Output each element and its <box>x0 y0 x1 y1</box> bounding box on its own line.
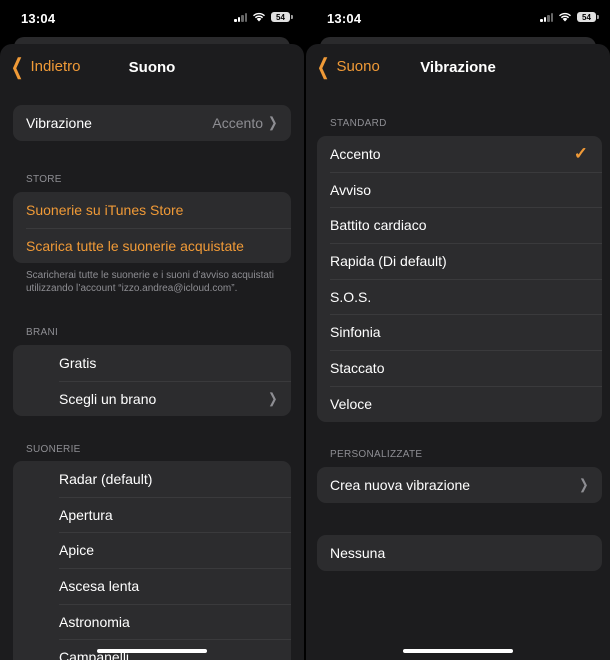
list-item[interactable]: Veloce <box>317 385 602 422</box>
ringtones-group: Radar (default) Apertura Apice Ascesa le… <box>13 461 291 660</box>
page-title: Suono <box>128 59 176 76</box>
chevron-right-icon: ❯ <box>268 390 278 407</box>
ringtone-label: Ascesa lenta <box>59 577 140 594</box>
navigation-bar: ❮ Suono Vibrazione <box>306 44 610 90</box>
list-item[interactable]: Ascesa lenta <box>13 568 291 604</box>
none-option-label: Nessuna <box>330 544 386 561</box>
wifi-icon <box>253 12 265 22</box>
list-item-free[interactable]: Gratis <box>13 345 291 381</box>
store-footnote: Scaricherai tutte le suonerie e i suoni … <box>26 270 274 294</box>
status-time: 13:04 <box>327 11 362 26</box>
sound-settings-sheet: ❮ Indietro Suono Vibrazione Accento ❯ ST… <box>0 44 304 660</box>
chevron-right-icon: ❯ <box>268 114 278 131</box>
store-item-label: Scarica tutte le suonerie acquistate <box>26 237 244 254</box>
status-time: 13:04 <box>21 11 56 26</box>
vibration-option-label: Sinfonia <box>330 324 381 341</box>
ringtones-header: SUONERIE <box>26 444 81 455</box>
status-bar: 13:04 54 <box>306 0 610 38</box>
navigation-bar: ❮ Indietro Suono <box>0 44 304 90</box>
ringtone-label: Radar (default) <box>59 470 153 487</box>
list-item[interactable]: Battito cardiaco <box>317 207 602 243</box>
list-item[interactable]: Avviso <box>317 171 602 208</box>
home-indicator[interactable] <box>97 649 207 653</box>
list-item[interactable]: Astronomia <box>13 603 291 640</box>
create-vibration-label: Crea nuova vibrazione <box>330 476 471 493</box>
list-item-choose-song[interactable]: Scegli un brano ❯ <box>13 380 291 417</box>
battery-level: 54 <box>582 12 591 22</box>
none-group: Nessuna <box>317 535 602 571</box>
left-screen: 13:04 54 ❮ Indietro Suono Vibrazione Acc… <box>0 0 304 660</box>
battery-level: 54 <box>276 12 285 22</box>
list-item[interactable]: Radar (default) <box>13 461 291 497</box>
vibration-option-label: Rapida (Di default) <box>330 252 447 269</box>
status-icons: 54 <box>540 12 599 22</box>
vibration-settings-sheet: ❮ Suono Vibrazione STANDARD Accento ✓ Avv… <box>306 44 610 660</box>
list-item[interactable]: S.O.S. <box>317 278 602 315</box>
list-item[interactable]: Apice <box>13 532 291 568</box>
songs-header: BRANI <box>26 327 59 338</box>
list-item[interactable]: Sinfonia <box>317 314 602 350</box>
vibration-label: Vibrazione <box>26 114 92 131</box>
store-header: STORE <box>26 174 62 185</box>
song-item-label: Scegli un brano <box>59 390 157 407</box>
home-indicator[interactable] <box>403 649 513 653</box>
ringtone-label: Apice <box>59 542 95 559</box>
itunes-store-ringtones-link[interactable]: Suonerie su iTunes Store <box>13 192 291 228</box>
vibration-value: Accento <box>212 114 263 131</box>
vibration-option-label: Avviso <box>330 181 371 198</box>
download-purchased-ringtones-link[interactable]: Scarica tutte le suonerie acquistate <box>13 227 291 264</box>
wifi-icon <box>559 12 571 22</box>
song-item-label: Gratis <box>59 354 97 371</box>
songs-group: Gratis Scegli un brano ❯ <box>13 345 291 417</box>
standard-group: Accento ✓ Avviso Battito cardiaco Rapida … <box>317 136 602 422</box>
right-screen: 13:04 54 ❮ Suono Vibrazione STANDARD Acc… <box>306 0 610 660</box>
battery-icon: 54 <box>577 12 599 22</box>
status-bar: 13:04 54 <box>0 0 304 38</box>
create-vibration-row[interactable]: Crea nuova vibrazione ❯ <box>317 467 602 503</box>
list-item[interactable]: Rapida (Di default) <box>317 243 602 279</box>
list-item[interactable]: Apertura <box>13 496 291 533</box>
vibration-option-label: S.O.S. <box>330 288 372 305</box>
list-item-accento[interactable]: Accento ✓ <box>317 136 602 172</box>
custom-header: PERSONALIZZATE <box>330 449 423 460</box>
list-item[interactable]: Staccato <box>317 350 602 386</box>
page-title: Vibrazione <box>420 59 496 76</box>
vibration-group: Vibrazione Accento ❯ <box>13 105 291 141</box>
chevron-right-icon: ❯ <box>579 476 589 493</box>
custom-group: Crea nuova vibrazione ❯ <box>317 467 602 503</box>
status-icons: 54 <box>234 12 293 22</box>
store-group: Suonerie su iTunes Store Scarica tutte l… <box>13 192 291 264</box>
cellular-signal-icon <box>234 12 247 22</box>
store-item-label: Suonerie su iTunes Store <box>26 201 184 218</box>
ringtone-label: Astronomia <box>59 613 130 630</box>
checkmark-icon: ✓ <box>573 143 588 163</box>
vibration-row[interactable]: Vibrazione Accento ❯ <box>13 105 291 141</box>
standard-header: STANDARD <box>330 118 387 129</box>
ringtone-label: Apertura <box>59 506 113 523</box>
cellular-signal-icon <box>540 12 553 22</box>
vibration-option-label: Accento <box>330 145 381 162</box>
vibration-option-label: Veloce <box>330 395 373 412</box>
vibration-option-label: Staccato <box>330 359 385 376</box>
battery-icon: 54 <box>271 12 293 22</box>
none-option-row[interactable]: Nessuna <box>317 535 602 571</box>
vibration-option-label: Battito cardiaco <box>330 217 427 234</box>
